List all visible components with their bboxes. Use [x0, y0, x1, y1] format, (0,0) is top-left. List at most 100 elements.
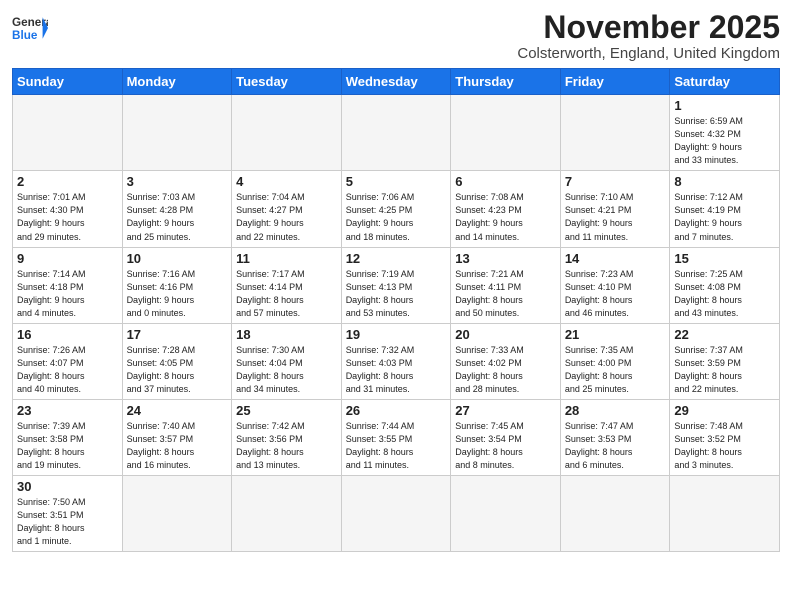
calendar-cell: 9 Sunrise: 7:14 AM Sunset: 4:18 PM Daylig…	[13, 247, 123, 323]
calendar-cell: 19 Sunrise: 7:32 AM Sunset: 4:03 PM Dayli…	[341, 323, 451, 399]
day-info: Sunrise: 7:25 AM Sunset: 4:08 PM Dayligh…	[674, 268, 775, 320]
calendar-cell	[122, 95, 232, 171]
calendar-cell: 1 Sunrise: 6:59 AM Sunset: 4:32 PM Daylig…	[670, 95, 780, 171]
calendar-cell: 24Sunrise: 7:40 AM Sunset: 3:57 PM Dayli…	[122, 399, 232, 475]
calendar-cell: 21 Sunrise: 7:35 AM Sunset: 4:00 PM Dayli…	[560, 323, 670, 399]
calendar-cell: 3 Sunrise: 7:03 AM Sunset: 4:28 PM Daylig…	[122, 171, 232, 247]
day-number: 8	[674, 174, 775, 189]
calendar-cell: 30Sunrise: 7:50 AM Sunset: 3:51 PM Dayli…	[13, 476, 123, 552]
day-info: Sunrise: 7:01 AM Sunset: 4:30 PM Dayligh…	[17, 191, 118, 243]
day-number: 28	[565, 403, 666, 418]
day-number: 12	[346, 251, 447, 266]
calendar-cell: 29 Sunrise: 7:48 AM Sunset: 3:52 PM Dayli…	[670, 399, 780, 475]
title-block: November 2025 Colsterworth, England, Uni…	[517, 10, 780, 62]
day-number: 1	[674, 98, 775, 113]
calendar-cell: 7 Sunrise: 7:10 AM Sunset: 4:21 PM Daylig…	[560, 171, 670, 247]
day-info: Sunrise: 7:50 AM Sunset: 3:51 PM Dayligh…	[17, 496, 118, 548]
day-number: 11	[236, 251, 337, 266]
day-info: Sunrise: 7:14 AM Sunset: 4:18 PM Dayligh…	[17, 268, 118, 320]
day-info: Sunrise: 7:10 AM Sunset: 4:21 PM Dayligh…	[565, 191, 666, 243]
calendar-cell: 15 Sunrise: 7:25 AM Sunset: 4:08 PM Dayli…	[670, 247, 780, 323]
calendar-cell: 28 Sunrise: 7:47 AM Sunset: 3:53 PM Dayli…	[560, 399, 670, 475]
day-number: 20	[455, 327, 556, 342]
calendar-cell: 14Sunrise: 7:23 AM Sunset: 4:10 PM Dayli…	[560, 247, 670, 323]
day-info: Sunrise: 7:48 AM Sunset: 3:52 PM Dayligh…	[674, 420, 775, 472]
day-info: Sunrise: 7:03 AM Sunset: 4:28 PM Dayligh…	[127, 191, 228, 243]
day-number: 29	[674, 403, 775, 418]
calendar-cell: 25 Sunrise: 7:42 AM Sunset: 3:56 PM Dayli…	[232, 399, 342, 475]
day-info: Sunrise: 7:26 AM Sunset: 4:07 PM Dayligh…	[17, 344, 118, 396]
calendar-cell: 27Sunrise: 7:45 AM Sunset: 3:54 PM Dayli…	[451, 399, 561, 475]
calendar-cell	[451, 476, 561, 552]
calendar-cell	[560, 476, 670, 552]
calendar-cell: 12 Sunrise: 7:19 AM Sunset: 4:13 PM Dayli…	[341, 247, 451, 323]
calendar-cell: 18 Sunrise: 7:30 AM Sunset: 4:04 PM Dayli…	[232, 323, 342, 399]
calendar-cell: 13Sunrise: 7:21 AM Sunset: 4:11 PM Dayli…	[451, 247, 561, 323]
weekday-friday: Friday	[560, 69, 670, 95]
weekday-monday: Monday	[122, 69, 232, 95]
calendar-cell	[232, 476, 342, 552]
day-number: 25	[236, 403, 337, 418]
day-number: 9	[17, 251, 118, 266]
weekday-saturday: Saturday	[670, 69, 780, 95]
page: General Blue November 2025 Colsterworth,…	[0, 0, 792, 562]
day-number: 23	[17, 403, 118, 418]
calendar-cell: 10Sunrise: 7:16 AM Sunset: 4:16 PM Dayli…	[122, 247, 232, 323]
day-info: Sunrise: 7:19 AM Sunset: 4:13 PM Dayligh…	[346, 268, 447, 320]
day-info: Sunrise: 7:47 AM Sunset: 3:53 PM Dayligh…	[565, 420, 666, 472]
day-number: 24	[127, 403, 228, 418]
day-number: 18	[236, 327, 337, 342]
day-number: 13	[455, 251, 556, 266]
day-info: Sunrise: 7:30 AM Sunset: 4:04 PM Dayligh…	[236, 344, 337, 396]
weekday-wednesday: Wednesday	[341, 69, 451, 95]
calendar-cell: 5Sunrise: 7:06 AM Sunset: 4:25 PM Daylig…	[341, 171, 451, 247]
day-number: 27	[455, 403, 556, 418]
day-info: Sunrise: 7:04 AM Sunset: 4:27 PM Dayligh…	[236, 191, 337, 243]
calendar-cell: 26 Sunrise: 7:44 AM Sunset: 3:55 PM Dayli…	[341, 399, 451, 475]
calendar-cell: 16 Sunrise: 7:26 AM Sunset: 4:07 PM Dayli…	[13, 323, 123, 399]
week-row-5: 23Sunrise: 7:39 AM Sunset: 3:58 PM Dayli…	[13, 399, 780, 475]
day-number: 26	[346, 403, 447, 418]
calendar-cell	[341, 476, 451, 552]
calendar-cell	[232, 95, 342, 171]
calendar-cell	[670, 476, 780, 552]
calendar-cell	[122, 476, 232, 552]
day-number: 22	[674, 327, 775, 342]
calendar-cell: 2Sunrise: 7:01 AM Sunset: 4:30 PM Daylig…	[13, 171, 123, 247]
calendar-cell: 6Sunrise: 7:08 AM Sunset: 4:23 PM Daylig…	[451, 171, 561, 247]
weekday-tuesday: Tuesday	[232, 69, 342, 95]
day-number: 21	[565, 327, 666, 342]
day-number: 7	[565, 174, 666, 189]
location: Colsterworth, England, United Kingdom	[517, 45, 780, 62]
day-info: Sunrise: 7:33 AM Sunset: 4:02 PM Dayligh…	[455, 344, 556, 396]
calendar-cell: 4 Sunrise: 7:04 AM Sunset: 4:27 PM Daylig…	[232, 171, 342, 247]
day-number: 19	[346, 327, 447, 342]
day-info: Sunrise: 7:44 AM Sunset: 3:55 PM Dayligh…	[346, 420, 447, 472]
day-info: Sunrise: 6:59 AM Sunset: 4:32 PM Dayligh…	[674, 115, 775, 167]
day-info: Sunrise: 7:12 AM Sunset: 4:19 PM Dayligh…	[674, 191, 775, 243]
day-info: Sunrise: 7:37 AM Sunset: 3:59 PM Dayligh…	[674, 344, 775, 396]
day-number: 3	[127, 174, 228, 189]
day-number: 15	[674, 251, 775, 266]
day-number: 10	[127, 251, 228, 266]
calendar: SundayMondayTuesdayWednesdayThursdayFrid…	[12, 68, 780, 552]
day-info: Sunrise: 7:42 AM Sunset: 3:56 PM Dayligh…	[236, 420, 337, 472]
day-info: Sunrise: 7:23 AM Sunset: 4:10 PM Dayligh…	[565, 268, 666, 320]
day-info: Sunrise: 7:35 AM Sunset: 4:00 PM Dayligh…	[565, 344, 666, 396]
day-number: 4	[236, 174, 337, 189]
day-info: Sunrise: 7:32 AM Sunset: 4:03 PM Dayligh…	[346, 344, 447, 396]
day-number: 17	[127, 327, 228, 342]
calendar-cell: 20 Sunrise: 7:33 AM Sunset: 4:02 PM Dayli…	[451, 323, 561, 399]
week-row-4: 16 Sunrise: 7:26 AM Sunset: 4:07 PM Dayli…	[13, 323, 780, 399]
day-number: 16	[17, 327, 118, 342]
svg-text:Blue: Blue	[12, 29, 38, 42]
logo-icon: General Blue	[12, 10, 48, 46]
weekday-sunday: Sunday	[13, 69, 123, 95]
logo: General Blue	[12, 10, 48, 46]
calendar-cell: 22 Sunrise: 7:37 AM Sunset: 3:59 PM Dayli…	[670, 323, 780, 399]
weekday-header-row: SundayMondayTuesdayWednesdayThursdayFrid…	[13, 69, 780, 95]
calendar-cell: 11 Sunrise: 7:17 AM Sunset: 4:14 PM Dayli…	[232, 247, 342, 323]
calendar-cell: 8 Sunrise: 7:12 AM Sunset: 4:19 PM Daylig…	[670, 171, 780, 247]
calendar-cell	[13, 95, 123, 171]
day-info: Sunrise: 7:17 AM Sunset: 4:14 PM Dayligh…	[236, 268, 337, 320]
